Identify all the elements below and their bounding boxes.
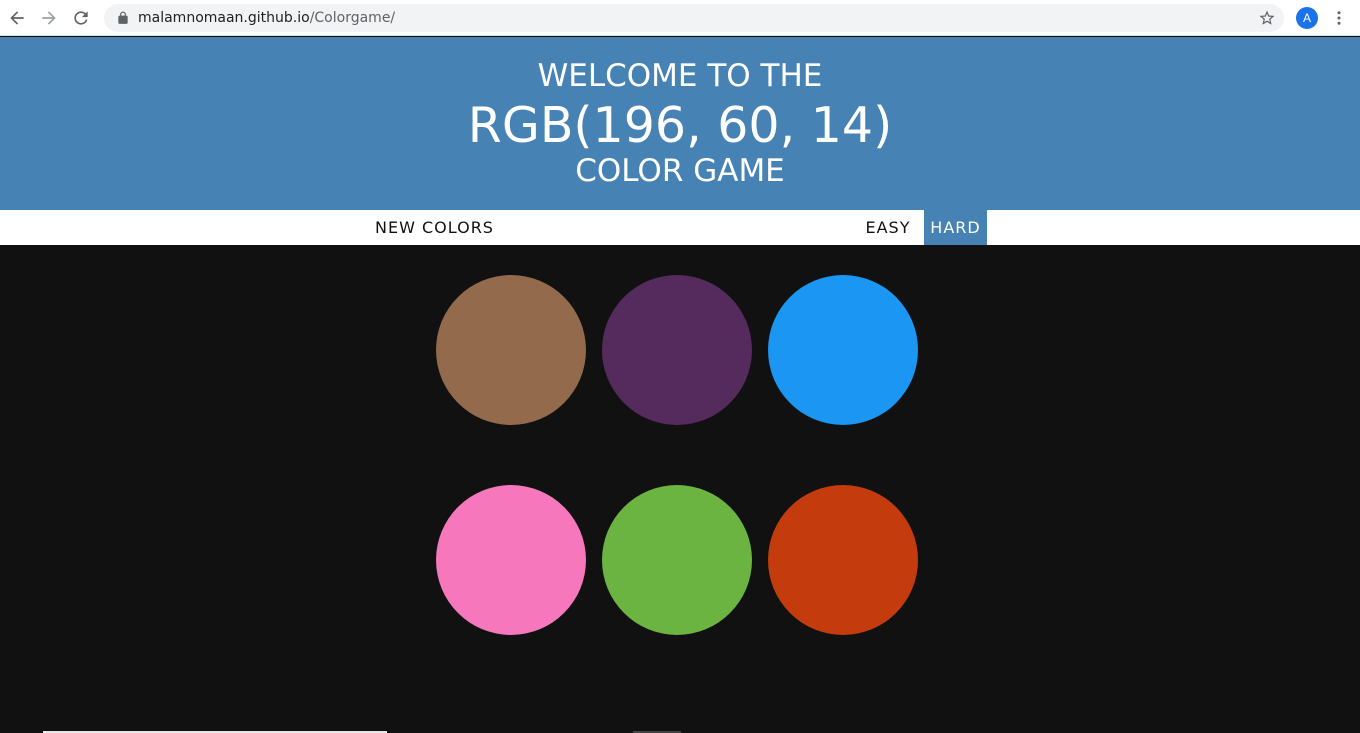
control-strip: NEW COLORS EASY HARD (0, 210, 1360, 245)
bookmark-star-icon[interactable] (1258, 9, 1276, 27)
color-square[interactable] (768, 275, 918, 425)
browser-toolbar: malamnomaan.github.io/Colorgame/ A (0, 0, 1360, 36)
reload-icon[interactable] (69, 6, 93, 30)
url-text[interactable]: malamnomaan.github.io/Colorgame/ (138, 9, 395, 27)
color-square[interactable] (602, 485, 752, 635)
game-board (0, 245, 1360, 733)
easy-mode-button[interactable]: EASY (860, 210, 916, 245)
header-welcome-text: WELCOME TO THE (537, 58, 823, 94)
color-square[interactable] (768, 485, 918, 635)
new-colors-button[interactable]: NEW COLORS (375, 210, 499, 245)
url-host: malamnomaan.github.io (138, 10, 310, 26)
header-game-title: COLOR GAME (575, 153, 785, 189)
color-square[interactable] (602, 275, 752, 425)
profile-avatar[interactable]: A (1296, 7, 1318, 29)
address-bar[interactable]: malamnomaan.github.io/Colorgame/ (104, 4, 1284, 32)
back-arrow-icon[interactable] (5, 6, 29, 30)
page-header: WELCOME TO THE RGB(196, 60, 14) COLOR GA… (0, 37, 1360, 210)
forward-arrow-icon[interactable] (37, 6, 61, 30)
hard-mode-button[interactable]: HARD (924, 210, 987, 245)
target-rgb-display: RGB(196, 60, 14) (467, 97, 893, 154)
lock-icon (118, 11, 128, 24)
color-square[interactable] (436, 485, 586, 635)
more-vert-icon[interactable] (1330, 8, 1348, 28)
url-path: /Colorgame/ (309, 10, 396, 26)
color-square[interactable] (436, 275, 586, 425)
